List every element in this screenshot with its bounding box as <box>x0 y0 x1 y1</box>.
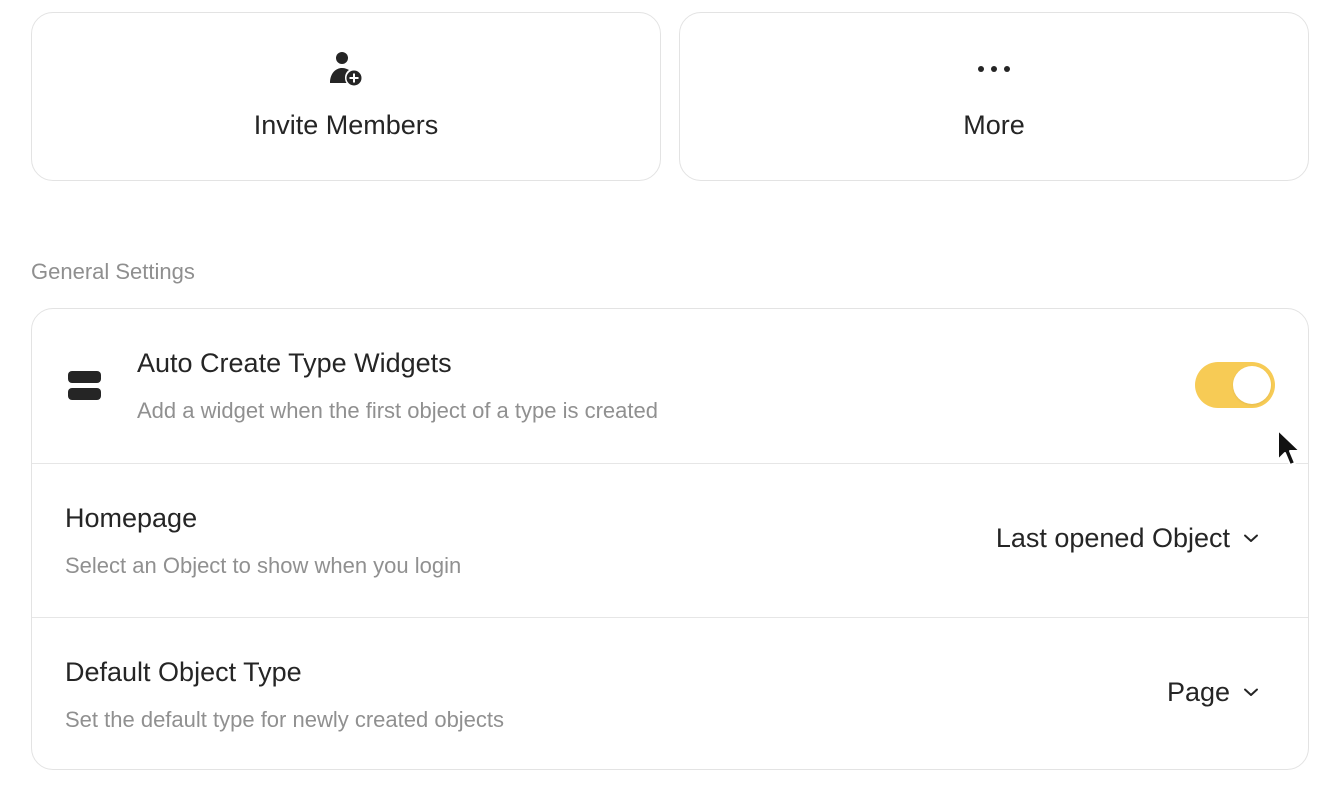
toggle-knob <box>1233 366 1271 404</box>
setting-row-default-object-type: Default Object Type Set the default type… <box>32 617 1308 769</box>
more-label: More <box>963 110 1025 140</box>
setting-row-auto-create-widgets: Auto Create Type Widgets Add a widget wh… <box>32 309 1308 463</box>
setting-description: Add a widget when the first object of a … <box>137 398 658 423</box>
widget-icon <box>68 371 101 401</box>
setting-title: Default Object Type <box>65 657 302 687</box>
default-object-type-select[interactable]: Page <box>1167 676 1260 708</box>
general-settings-panel: Auto Create Type Widgets Add a widget wh… <box>31 308 1309 770</box>
setting-row-homepage: Homepage Select an Object to show when y… <box>32 463 1308 618</box>
auto-create-widgets-toggle[interactable] <box>1195 362 1275 408</box>
invite-members-button[interactable]: Invite Members <box>31 12 661 181</box>
more-button[interactable]: More <box>679 12 1309 181</box>
setting-title: Auto Create Type Widgets <box>137 348 452 378</box>
invite-members-label: Invite Members <box>253 110 439 140</box>
more-horizontal-icon <box>976 51 1012 87</box>
homepage-select[interactable]: Last opened Object <box>996 522 1260 554</box>
chevron-down-icon <box>1242 686 1260 698</box>
user-plus-icon <box>328 51 364 87</box>
chevron-down-icon <box>1242 532 1260 544</box>
setting-title: Homepage <box>65 503 198 533</box>
setting-description: Select an Object to show when you login <box>65 553 462 578</box>
default-object-type-value: Page <box>1166 677 1230 707</box>
setting-description: Set the default type for newly created o… <box>65 707 505 732</box>
homepage-select-value: Last opened Object <box>995 523 1230 553</box>
section-title: General Settings <box>31 259 195 284</box>
